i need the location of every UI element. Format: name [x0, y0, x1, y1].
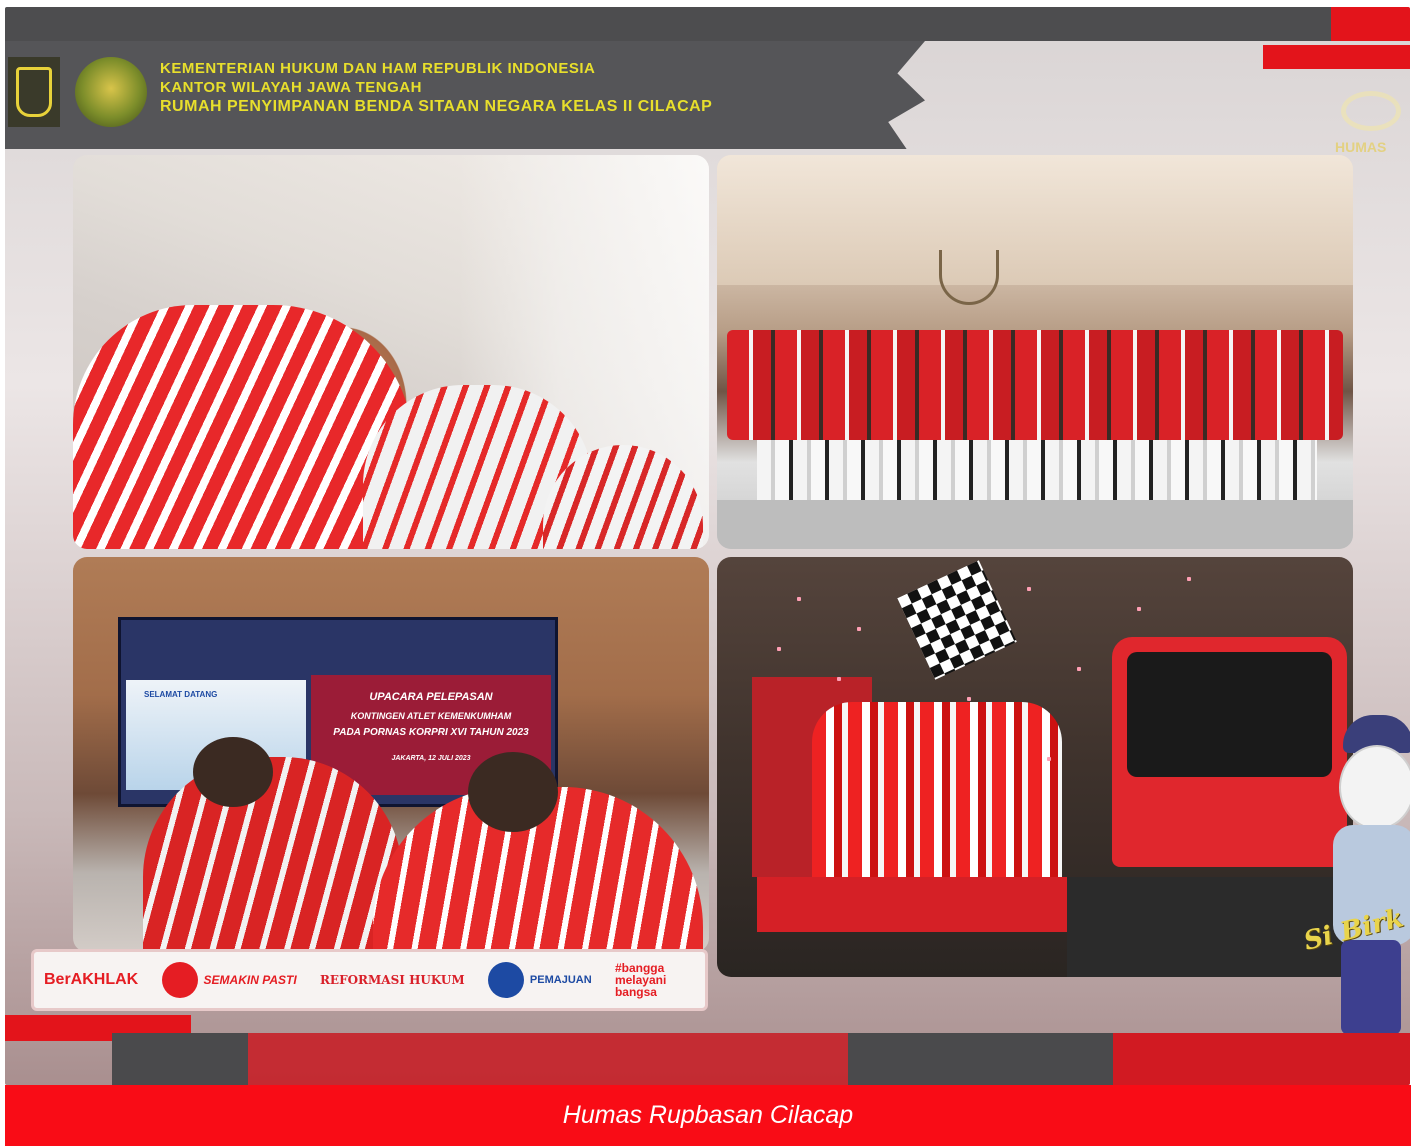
badge-pemajuan: PEMAJUAN	[487, 962, 592, 998]
top-red-accent	[1263, 45, 1410, 69]
bottom-red-block-2	[1113, 1033, 1410, 1085]
semakin-pasti-icon	[161, 962, 198, 998]
caption-text: Humas Rupbasan Cilacap	[562, 1101, 854, 1129]
top-dark-bar	[5, 7, 1335, 41]
photo-ceremony-screen: SELAMAT DATANG UPACARA PELEPASAN KONTING…	[73, 557, 709, 952]
header-line-1: KEMENTERIAN HUKUM DAN HAM REPUBLIK INDON…	[160, 60, 596, 77]
header-text: KEMENTERIAN HUKUM DAN HAM REPUBLIK INDON…	[160, 59, 712, 116]
pemajuan-icon	[487, 962, 524, 998]
photo-group-hall	[717, 155, 1353, 549]
bottom-dark-block-1	[112, 1033, 248, 1085]
badge-strip: BerAKHLAK SEMAKIN PASTI REFORMASI HUKUM …	[31, 949, 708, 1011]
top-red-bar	[1331, 7, 1410, 41]
photo-selfie-athletes	[73, 155, 709, 549]
caption-bar: Humas Rupbasan Cilacap	[5, 1085, 1411, 1146]
kemenkumham-logo-icon	[8, 57, 60, 127]
chandelier-icon	[939, 250, 999, 305]
checkered-flag-icon	[897, 560, 1017, 680]
header-line-3: RUMAH PENYIMPANAN BENDA SITAAN NEGARA KE…	[160, 98, 713, 115]
emblem-logo-icon	[75, 57, 147, 127]
image-frame: KEMENTERIAN HUKUM DAN HAM REPUBLIK INDON…	[5, 7, 1410, 1085]
photo-flag-off-bus	[717, 557, 1353, 977]
brand-mark-text: HUMAS	[1335, 139, 1387, 155]
bottom-dark-block-2	[848, 1033, 1113, 1085]
screen-title-3: PADA PORNAS KORPRI XVI TAHUN 2023	[333, 727, 529, 738]
screen-title-2: KONTINGEN ATLET KEMENKUMHAM	[350, 711, 512, 721]
mascot-figure: Si Birk	[1301, 715, 1410, 1045]
header-line-2: KANTOR WILAYAH JAWA TENGAH	[160, 79, 422, 96]
badge-berakhlak: BerAKHLAK	[44, 971, 139, 988]
screen-welcome: SELAMAT DATANG	[144, 690, 218, 699]
bottom-red-block-1	[248, 1033, 848, 1085]
badge-semakin-pasti: SEMAKIN PASTI	[161, 962, 297, 998]
screen-title-1: UPACARA PELEPASAN	[369, 691, 493, 703]
badge-bangga-melayani: #bangga melayani bangsa	[614, 961, 667, 999]
badge-reformasi-hukum: REFORMASI HUKUM	[319, 973, 465, 987]
